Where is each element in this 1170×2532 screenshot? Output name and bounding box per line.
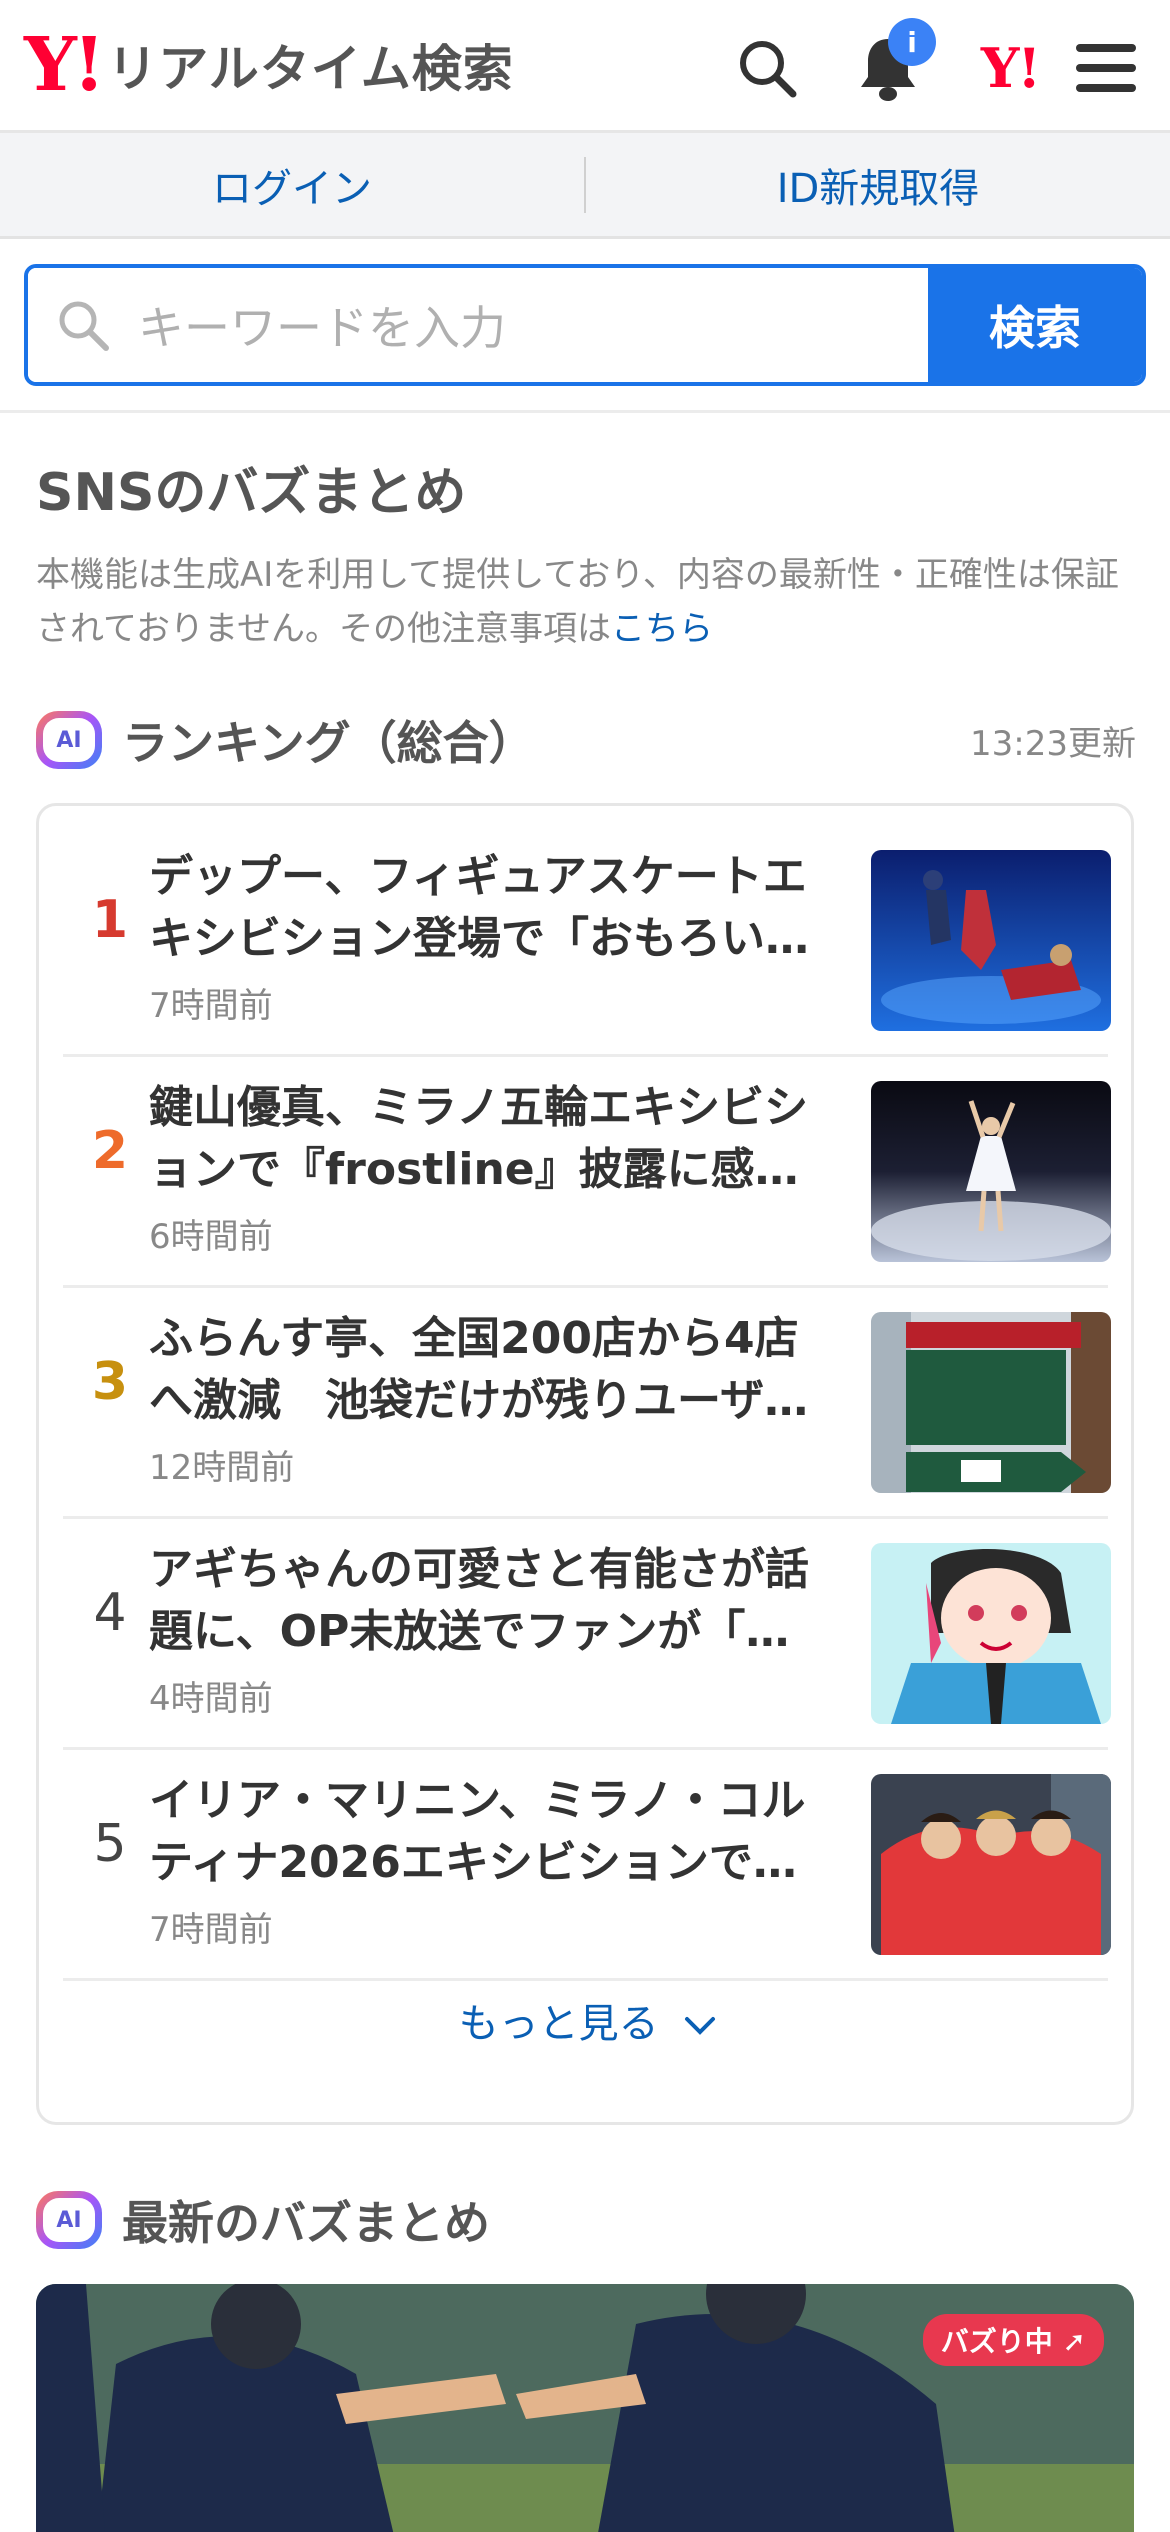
rank-number: 5 bbox=[93, 1814, 127, 1874]
show-more-button[interactable]: もっと見る bbox=[39, 1991, 1137, 2049]
ranking-item[interactable]: 4 アギちゃんの可愛さと有能さが話題に、OP未放送でファンが「… 4時間前 bbox=[63, 1519, 1111, 1750]
buzz-badge: バズり中 ➚ bbox=[922, 2314, 1104, 2366]
rank-number: 4 bbox=[93, 1583, 127, 1643]
rank-number: 1 bbox=[91, 890, 129, 950]
ranking-title: ランキング（総合） bbox=[122, 716, 535, 770]
item-thumbnail bbox=[871, 850, 1111, 1031]
item-title: 鍵山優真、ミラノ五輪エキシビションで『frostline』披露に感… bbox=[149, 1082, 809, 1195]
latest-hero-image[interactable]: バズり中 ➚ bbox=[36, 2284, 1134, 2532]
chevron-down-icon bbox=[685, 2017, 716, 2035]
ranking-item[interactable]: 3 ふらんす亭、全国200店から4店へ激減 池袋だけが残りユーザ… 12時間前 bbox=[63, 1288, 1111, 1519]
ranking-card: 1 デップー、フィギュアスケートエキシビション登場で「おもろい… 7時間前 2 … bbox=[36, 803, 1134, 2125]
ranking-header: AI ランキング（総合） 13:23更新 bbox=[36, 708, 1136, 772]
search-icon[interactable] bbox=[727, 28, 807, 108]
disclaimer-text: 本機能は生成AIを利用して提供しており、内容の最新性・正確性は保証されておりませ… bbox=[36, 548, 1136, 656]
ai-label: AI bbox=[43, 2198, 95, 2242]
yahoo-top-link[interactable]: Y! bbox=[968, 28, 1052, 108]
ranking-item[interactable]: 2 鍵山優真、ミラノ五輪エキシビションで『frostline』披露に感… 6時間… bbox=[63, 1057, 1111, 1288]
ai-icon: AI bbox=[36, 711, 102, 769]
show-more-label: もっと見る bbox=[458, 2001, 659, 2047]
notes-link[interactable]: こちら bbox=[611, 609, 713, 649]
logo-text: リアルタイム検索 bbox=[107, 40, 514, 98]
login-bar: ログイン ID新規取得 bbox=[0, 133, 1170, 239]
item-thumbnail bbox=[871, 1774, 1111, 1955]
yahoo-logo-mark: Y! bbox=[24, 22, 105, 108]
disclaimer-body: 本機能は生成AIを利用して提供しており、内容の最新性・正確性は保証されておりませ… bbox=[36, 555, 1119, 649]
item-thumbnail bbox=[871, 1543, 1111, 1724]
menu-icon[interactable] bbox=[1066, 28, 1146, 108]
search-placeholder: キーワードを入力 bbox=[138, 301, 506, 355]
item-title: ふらんす亭、全国200店から4店へ激減 池袋だけが残りユーザ… bbox=[149, 1313, 809, 1426]
bell-icon[interactable]: i bbox=[848, 18, 936, 108]
latest-header: AI 最新のバズまとめ bbox=[36, 2188, 490, 2252]
page-title: SNSのバズまとめ bbox=[36, 463, 467, 523]
buzz-badge-label: バズり中 bbox=[940, 2325, 1053, 2358]
search-field-icon bbox=[59, 301, 109, 351]
search-box: キーワードを入力 検索 bbox=[24, 264, 1146, 386]
latest-title: 最新のバズまとめ bbox=[122, 2196, 490, 2250]
ranking-item[interactable]: 5 イリア・マリニン、ミラノ・コルティナ2026エキシビションで… 7時間前 bbox=[63, 1750, 1111, 1981]
login-link[interactable]: ログイン bbox=[0, 133, 584, 236]
item-time: 4時間前 bbox=[149, 1679, 273, 1719]
search-input[interactable]: キーワードを入力 bbox=[28, 268, 928, 382]
yahoo-realtime-logo[interactable]: Y! リアルタイム検索 bbox=[24, 28, 514, 102]
item-title: イリア・マリニン、ミラノ・コルティナ2026エキシビションで… bbox=[149, 1775, 806, 1888]
ai-label: AI bbox=[43, 718, 95, 762]
update-time: 13:23更新 bbox=[970, 723, 1136, 764]
item-time: 7時間前 bbox=[149, 1910, 273, 1950]
arrow-up-icon: ➚ bbox=[1062, 2325, 1086, 2358]
search-button[interactable]: 検索 bbox=[928, 268, 1142, 382]
yahoo-logo-small: Y! bbox=[980, 36, 1041, 100]
ranking-item[interactable]: 1 デップー、フィギュアスケートエキシビション登場で「おもろい… 7時間前 bbox=[63, 826, 1111, 1057]
item-time: 7時間前 bbox=[149, 986, 273, 1026]
item-time: 12時間前 bbox=[149, 1448, 295, 1488]
rank-number: 2 bbox=[91, 1121, 129, 1181]
register-link[interactable]: ID新規取得 bbox=[586, 133, 1170, 236]
item-title: アギちゃんの可愛さと有能さが話題に、OP未放送でファンが「… bbox=[149, 1544, 809, 1657]
notification-badge: i bbox=[888, 18, 936, 66]
item-time: 6時間前 bbox=[149, 1217, 273, 1257]
app-header: Y! リアルタイム検索 i Y! bbox=[0, 0, 1170, 133]
rank-number: 3 bbox=[91, 1352, 129, 1412]
ai-icon: AI bbox=[36, 2191, 102, 2249]
divider bbox=[0, 410, 1170, 413]
item-thumbnail bbox=[871, 1081, 1111, 1262]
item-title: デップー、フィギュアスケートエキシビション登場で「おもろい… bbox=[149, 851, 809, 964]
item-thumbnail bbox=[871, 1312, 1111, 1493]
